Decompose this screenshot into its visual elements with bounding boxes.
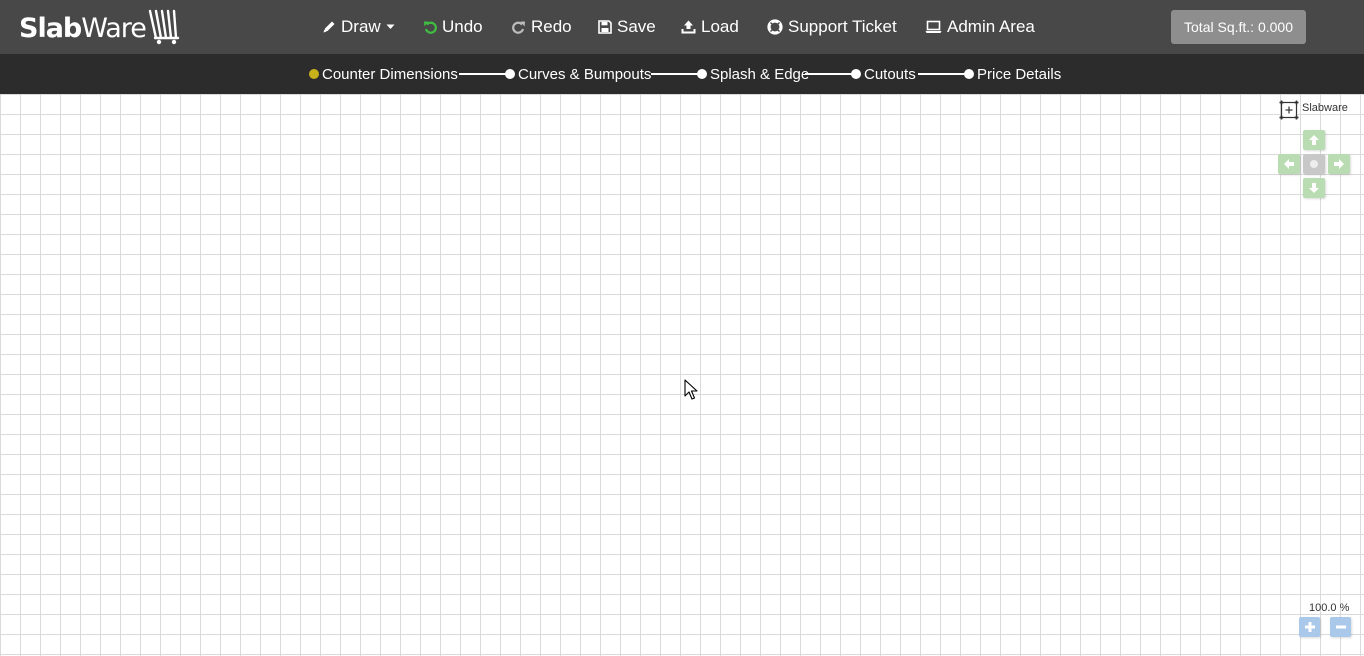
step-connector: [805, 73, 853, 75]
admin-area-button[interactable]: Admin Area: [925, 0, 1035, 54]
pencil-icon: [323, 21, 335, 33]
step-price-details[interactable]: Price Details: [964, 54, 1061, 94]
step-label: Counter Dimensions: [322, 65, 458, 83]
cart-icon: [148, 9, 180, 45]
step-label: Price Details: [977, 65, 1062, 83]
pan-down-button[interactable]: [1303, 178, 1325, 198]
step-connector: [651, 73, 699, 75]
chevron-down-icon: [386, 24, 395, 29]
plus-icon: [1304, 622, 1315, 632]
floppy-icon: [598, 20, 612, 34]
step-cutouts[interactable]: Cutouts: [851, 54, 916, 94]
arrow-left-icon: [1284, 159, 1294, 169]
step-connector: [918, 73, 966, 75]
canvas-brand-label: Slabware: [1302, 102, 1348, 114]
drawing-canvas[interactable]: [0, 94, 1364, 656]
pan-left-button[interactable]: [1278, 154, 1300, 174]
pan-center-button[interactable]: [1303, 154, 1325, 174]
admin-area-label: Admin Area: [947, 17, 1035, 36]
draw-menu-button[interactable]: Draw: [322, 0, 395, 54]
step-label: Splash & Edge: [710, 65, 810, 83]
laptop-icon: [925, 20, 942, 33]
pan-right-button[interactable]: [1328, 154, 1350, 174]
step-connector: [459, 73, 507, 75]
support-ticket-label: Support Ticket: [788, 17, 897, 36]
total-sqft-badge: Total Sq.ft.: 0.000: [1171, 10, 1306, 44]
support-ticket-button[interactable]: Support Ticket: [767, 0, 897, 54]
step-active-dot: [309, 69, 319, 79]
top-navbar: SlabWare Draw Undo Redo Save Load Suppor…: [0, 0, 1364, 54]
step-splash-edge[interactable]: Splash & Edge: [697, 54, 809, 94]
logo-text: SlabWare: [19, 12, 147, 44]
step-curves-bumpouts[interactable]: Curves & Bumpouts: [505, 54, 651, 94]
undo-icon: [424, 21, 437, 34]
redo-icon: [512, 21, 525, 34]
step-label: Cutouts: [864, 65, 916, 83]
arrow-right-icon: [1334, 159, 1344, 169]
load-button[interactable]: Load: [681, 0, 739, 54]
center-icon: [1310, 160, 1318, 168]
pan-up-button[interactable]: [1303, 130, 1325, 150]
zoom-level-label: 100.0 %: [1309, 602, 1350, 614]
slabware-logo[interactable]: SlabWare: [19, 8, 180, 48]
zoom-out-button[interactable]: [1330, 617, 1351, 637]
undo-label: Undo: [442, 17, 483, 36]
upload-icon: [681, 20, 696, 34]
draw-label: Draw: [341, 17, 381, 36]
save-label: Save: [617, 17, 656, 36]
lifebuoy-icon: [767, 19, 783, 35]
redo-label: Redo: [531, 17, 572, 36]
load-label: Load: [701, 17, 739, 36]
redo-button[interactable]: Redo: [512, 0, 572, 54]
save-button[interactable]: Save: [598, 0, 656, 54]
step-counter-dimensions[interactable]: Counter Dimensions: [309, 54, 458, 94]
arrow-up-icon: [1309, 135, 1319, 145]
step-label: Curves & Bumpouts: [518, 65, 652, 83]
arrow-down-icon: [1309, 183, 1319, 193]
undo-button[interactable]: Undo: [423, 0, 483, 54]
zoom-in-button[interactable]: [1299, 617, 1320, 637]
minus-icon: [1335, 625, 1346, 629]
mouse-cursor-icon: [684, 379, 698, 400]
fit-to-screen-icon[interactable]: [1279, 100, 1299, 120]
